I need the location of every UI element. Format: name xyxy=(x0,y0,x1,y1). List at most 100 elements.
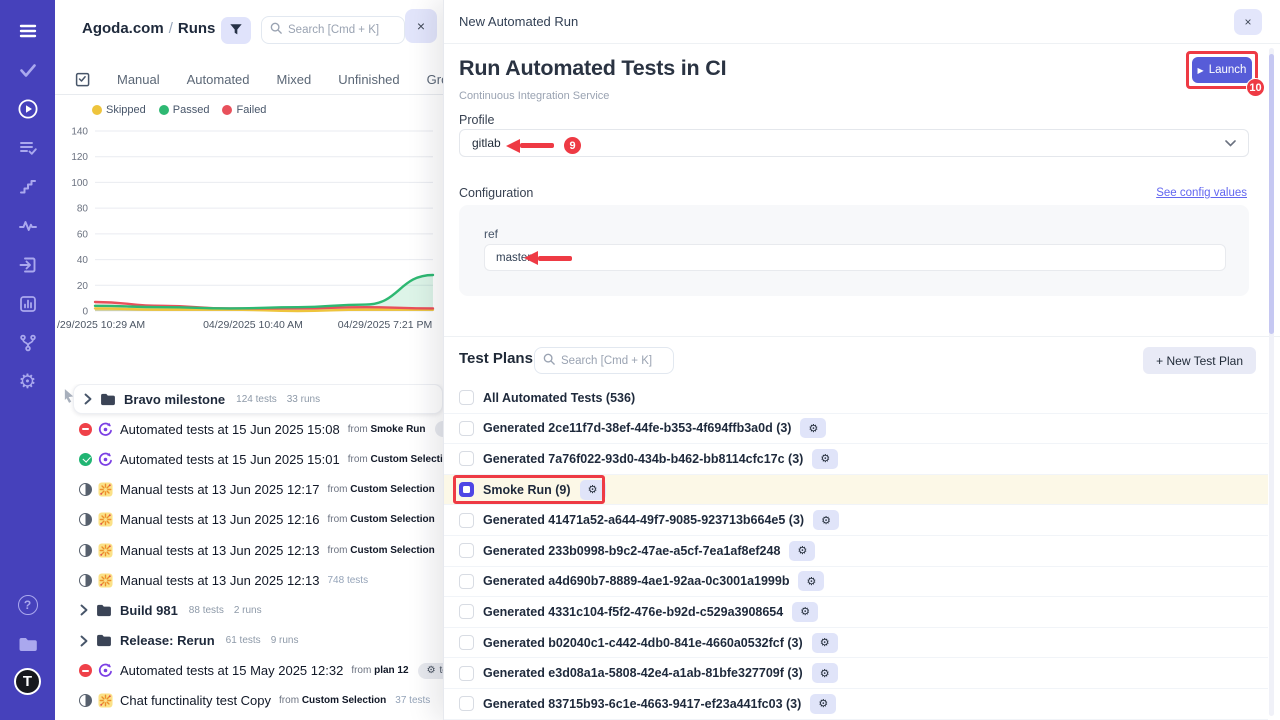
see-config-values-link[interactable]: See config values xyxy=(1156,187,1247,199)
tests-check-icon[interactable] xyxy=(13,55,43,85)
scrollbar-track[interactable] xyxy=(1269,48,1274,716)
app: ⚙ ? T Agoda.com/Runs × Manu xyxy=(0,0,1280,720)
test-plans-search-input[interactable] xyxy=(561,355,665,367)
test-plans-section: Test Plans + New Test Plan xyxy=(444,336,1280,337)
run-row[interactable]: Manual tests at 13 Jun 2025 12:13 from ⚙… xyxy=(55,565,443,595)
run-row[interactable]: Automated tests at 15 Jun 2025 15:01 fro… xyxy=(55,444,443,474)
plan-checkbox[interactable] xyxy=(459,421,474,436)
run-row[interactable]: Manual tests at 13 Jun 2025 12:13 from C… xyxy=(55,535,443,565)
chevron-right-icon[interactable] xyxy=(79,635,89,647)
settings-gear-icon[interactable]: ⚙ xyxy=(13,367,43,397)
ref-input[interactable] xyxy=(484,244,1226,271)
plan-gear-button[interactable]: ⚙ xyxy=(812,449,838,469)
run-folder-row[interactable]: Bravo milestone 124 tests 33 runs xyxy=(73,384,443,414)
projects-folder-icon[interactable] xyxy=(13,629,43,659)
modal-close-button[interactable]: × xyxy=(1234,9,1262,35)
run-folder-row[interactable]: Release: Rerun 61 tests 9 runs xyxy=(55,626,443,656)
run-name[interactable]: Chat functinality test Copy xyxy=(120,693,271,708)
plan-gear-button[interactable]: ⚙ xyxy=(792,602,818,622)
new-test-plan-button[interactable]: + New Test Plan xyxy=(1143,347,1256,374)
plan-label: Generated 83715b93-6c1e-4663-9417-ef23a4… xyxy=(483,697,801,711)
plan-checkbox[interactable] xyxy=(459,696,474,711)
analytics-icon[interactable] xyxy=(13,289,43,319)
run-row[interactable]: Automated tests at 15 Jun 2025 15:08 fro… xyxy=(55,414,443,444)
plan-checkbox[interactable] xyxy=(459,482,474,497)
run-type-icon xyxy=(98,512,113,527)
steps-icon[interactable] xyxy=(13,172,43,202)
test-plan-row[interactable]: Generated e3d08a1a-5808-42e4-a1ab-81bfe3… xyxy=(444,658,1268,689)
plan-checkbox[interactable] xyxy=(459,513,474,528)
folder-runs-count: 2 runs xyxy=(234,605,262,616)
search-icon xyxy=(543,352,561,370)
run-name[interactable]: Manual tests at 13 Jun 2025 12:17 xyxy=(120,482,319,497)
chevron-right-icon[interactable] xyxy=(83,393,93,405)
plan-checkbox[interactable] xyxy=(459,666,474,681)
import-icon[interactable] xyxy=(13,250,43,280)
plan-checkbox[interactable] xyxy=(459,390,474,405)
run-row[interactable]: Automated tests at 15 May 2025 12:32 fro… xyxy=(55,656,443,686)
tab-manual[interactable]: Manual xyxy=(117,72,160,87)
plan-checkbox[interactable] xyxy=(459,604,474,619)
test-plan-row[interactable]: Generated 2ce11f7d-38ef-44fe-b353-4f694f… xyxy=(444,414,1268,445)
plan-gear-button[interactable]: ⚙ xyxy=(810,694,836,714)
select-runs-icon[interactable] xyxy=(74,71,90,87)
test-plan-row[interactable]: Generated 233b0998-b9c2-47ae-a5cf-7ea1af… xyxy=(444,536,1268,567)
breadcrumb: Agoda.com/Runs xyxy=(82,20,215,37)
run-name[interactable]: Automated tests at 15 May 2025 12:32 xyxy=(120,663,343,678)
chevron-right-icon[interactable] xyxy=(79,604,89,616)
run-type-icon xyxy=(98,422,113,437)
plan-gear-button[interactable]: ⚙ xyxy=(812,633,838,653)
run-name[interactable]: Automated tests at 15 Jun 2025 15:08 xyxy=(120,422,340,437)
launch-button[interactable]: ▶ Launch xyxy=(1192,57,1252,83)
filter-funnel-icon xyxy=(229,22,243,39)
plan-gear-button[interactable]: ⚙ xyxy=(580,480,606,500)
svg-text:04/29/2025 7:21 PM: 04/29/2025 7:21 PM xyxy=(338,319,433,331)
runs-list: Bravo milestone 124 tests 33 runs Automa… xyxy=(55,384,443,720)
pulse-icon[interactable] xyxy=(13,211,43,241)
plan-gear-button[interactable]: ⚙ xyxy=(789,541,815,561)
plan-checkbox[interactable] xyxy=(459,543,474,558)
run-row[interactable]: Chat functinality test Copy from Custom … xyxy=(55,686,443,716)
tab-mixed[interactable]: Mixed xyxy=(277,72,312,87)
tab-unfinished[interactable]: Unfinished xyxy=(338,72,399,87)
test-plan-row[interactable]: Generated a4d690b7-8889-4ae1-92aa-0c3001… xyxy=(444,567,1268,598)
scrollbar-thumb[interactable] xyxy=(1269,54,1274,334)
run-row[interactable]: Manual tests at 13 Jun 2025 12:16 from C… xyxy=(55,505,443,535)
page-subtitle: Continuous Integration Service xyxy=(459,90,609,102)
run-name[interactable]: Manual tests at 13 Jun 2025 12:16 xyxy=(120,512,319,527)
run-name[interactable]: Automated tests at 15 Jun 2025 15:01 xyxy=(120,452,340,467)
test-plan-row[interactable]: Generated 7a76f022-93d0-434b-b462-bb8114… xyxy=(444,444,1268,475)
testomat-logo[interactable]: T xyxy=(14,668,41,695)
branches-icon[interactable] xyxy=(13,328,43,358)
tab-automated[interactable]: Automated xyxy=(187,72,250,87)
runs-play-icon[interactable] xyxy=(13,94,43,124)
menu-icon[interactable] xyxy=(13,16,43,46)
breadcrumb-project[interactable]: Agoda.com xyxy=(82,20,164,37)
help-icon[interactable]: ? xyxy=(13,590,43,620)
test-plan-row[interactable]: Generated 41471a52-a644-49f7-9085-923713… xyxy=(444,505,1268,536)
runs-panel-close-button[interactable]: × xyxy=(405,9,437,43)
plan-checkbox[interactable] xyxy=(459,451,474,466)
plan-checkbox[interactable] xyxy=(459,574,474,589)
test-plan-row[interactable]: Smoke Run (9) ⚙ xyxy=(444,475,1268,506)
filter-button[interactable] xyxy=(221,17,251,44)
annotation-ref-arrow xyxy=(524,251,572,265)
run-folder-row[interactable]: Build 981 88 tests 2 runs xyxy=(55,595,443,625)
test-badge[interactable]: ⚙test xyxy=(418,663,443,679)
plan-gear-button[interactable]: ⚙ xyxy=(800,418,826,438)
test-plan-row[interactable]: Generated b02040c1-c442-4db0-841e-4660a0… xyxy=(444,628,1268,659)
runs-search-input[interactable] xyxy=(288,24,396,36)
run-row[interactable]: Manual tests at 13 Jun 2025 12:17 from C… xyxy=(55,475,443,505)
test-plan-row[interactable]: Generated 4331c104-f5f2-476e-b92d-c529a3… xyxy=(444,597,1268,628)
test-plan-row[interactable]: Generated 83715b93-6c1e-4663-9417-ef23a4… xyxy=(444,689,1268,720)
plan-gear-button[interactable]: ⚙ xyxy=(813,510,839,530)
plan-gear-button[interactable]: ⚙ xyxy=(798,571,824,591)
plan-checkbox[interactable] xyxy=(459,635,474,650)
run-name[interactable]: Manual tests at 13 Jun 2025 12:13 xyxy=(120,543,319,558)
test-badge[interactable]: ⚙test xyxy=(435,421,443,437)
run-name[interactable]: Manual tests at 13 Jun 2025 12:13 xyxy=(120,573,319,588)
test-plan-row[interactable]: All Automated Tests (536) ⚙ xyxy=(444,383,1268,414)
test-plans-heading: Test Plans xyxy=(459,350,533,367)
suites-list-icon[interactable] xyxy=(13,133,43,163)
plan-gear-button[interactable]: ⚙ xyxy=(812,663,838,683)
